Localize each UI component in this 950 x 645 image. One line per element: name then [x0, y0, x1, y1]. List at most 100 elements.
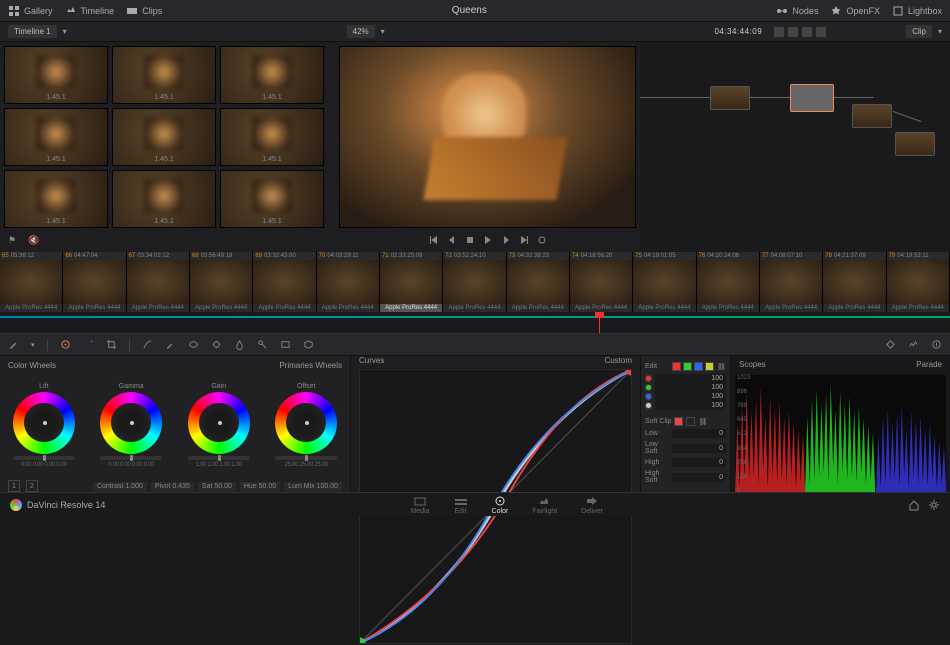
thumbnail-timeline[interactable]: 6505:36:12Apple ProRes 44446604:47:04App… [0, 252, 950, 312]
channel-swatch[interactable] [683, 362, 692, 371]
viewer-mode-icon[interactable] [816, 27, 826, 37]
softclip-low-swatch[interactable] [674, 417, 683, 426]
viewer-mode-icon[interactable] [788, 27, 798, 37]
play-icon[interactable] [483, 235, 493, 245]
wheel-control[interactable] [188, 392, 250, 454]
channel-swatch[interactable] [672, 362, 681, 371]
viewer-image[interactable] [339, 46, 636, 228]
page-tab-color[interactable]: Color [492, 495, 509, 515]
mini-timeline[interactable] [0, 312, 950, 334]
channel-value[interactable]: 100 [655, 383, 726, 392]
channel-dot[interactable] [645, 393, 652, 400]
param-sat[interactable]: Sat 50.00 [198, 482, 236, 491]
timeline-clip[interactable]: 7804:21:37:09Apple ProRes 4444 [823, 252, 886, 312]
param-hue[interactable]: Hue 50.00 [240, 482, 280, 491]
target-icon[interactable] [60, 339, 71, 350]
prev-clip-icon[interactable] [429, 235, 439, 245]
timeline-clip[interactable]: 6604:47:04Apple ProRes 4444 [63, 252, 126, 312]
mute-icon[interactable]: 🔇 [28, 235, 39, 246]
sizing-icon[interactable] [280, 339, 291, 350]
wheel-slider[interactable] [13, 456, 75, 460]
node[interactable] [710, 86, 750, 110]
timeline-clip[interactable]: 7304:32:38:23Apple ProRes 4444 [507, 252, 570, 312]
chevron-down-icon[interactable]: ▾ [63, 27, 67, 36]
timeline-clip[interactable]: 7004:03:29:11Apple ProRes 4444 [317, 252, 380, 312]
channel-dot[interactable] [645, 384, 652, 391]
timeline-clip[interactable]: 7203:52:24:10Apple ProRes 4444 [443, 252, 506, 312]
link-icon[interactable]: ⛓ [717, 363, 726, 371]
scopes-icon[interactable] [908, 339, 919, 350]
blur-icon[interactable] [234, 339, 245, 350]
chevron-down-icon[interactable]: ▾ [31, 341, 35, 349]
wand-icon[interactable] [83, 339, 94, 350]
wheel-values[interactable]: 1.00 1.00 1.00 1.00 [196, 462, 242, 468]
next-clip-icon[interactable] [519, 235, 529, 245]
wheel-control[interactable] [275, 392, 337, 454]
gallery-still[interactable]: 1.45.1 [4, 46, 108, 104]
wheel-control[interactable] [100, 392, 162, 454]
param-contrast[interactable]: Contrast 1.000 [93, 482, 147, 491]
keyframe-icon[interactable] [885, 339, 896, 350]
gallery-still[interactable]: 1.45.1 [112, 46, 216, 104]
eyedrop-icon[interactable] [165, 339, 176, 350]
track-icon[interactable] [211, 339, 222, 350]
channel-swatch[interactable] [694, 362, 703, 371]
chevron-down-icon[interactable]: ▾ [938, 27, 942, 36]
timeline-clip[interactable]: 6903:32:43:00Apple ProRes 4444 [253, 252, 316, 312]
loop-icon[interactable] [537, 235, 547, 245]
lowsoft-value[interactable]: 0 [672, 444, 726, 453]
mask-icon[interactable] [188, 339, 199, 350]
step-fwd-icon[interactable] [501, 235, 511, 245]
key-icon[interactable] [257, 339, 268, 350]
stop-icon[interactable] [465, 235, 475, 245]
wheel-values[interactable]: 0.00 0.00 0.00 0.00 [108, 462, 154, 468]
clip-selector[interactable]: Clip [906, 25, 932, 38]
page-tab-media[interactable]: Media [410, 495, 429, 515]
wheels-mode[interactable]: Primaries Wheels [279, 361, 342, 370]
gallery-still[interactable]: 1.45.1 [112, 170, 216, 228]
wheel-values[interactable]: 25.00 25.00 25.00 [285, 462, 328, 468]
wheel-values[interactable]: 0.00 0.00 0.00 0.00 [21, 462, 67, 468]
wheel-slider[interactable] [275, 456, 337, 460]
nodes-toggle[interactable]: Nodes [776, 5, 818, 17]
3d-icon[interactable] [303, 339, 314, 350]
gallery-still[interactable]: 1.45.1 [220, 46, 324, 104]
timeline-clip[interactable]: 7904:19:53:11Apple ProRes 4444 [887, 252, 950, 312]
crop-icon[interactable] [106, 339, 117, 350]
timeline-clip[interactable]: 6803:56:49:18Apple ProRes 4444 [190, 252, 253, 312]
settings-gear-icon[interactable] [928, 499, 940, 511]
viewer-mode-icon[interactable] [802, 27, 812, 37]
softclip-high-swatch[interactable] [686, 417, 695, 426]
low-value[interactable]: 0 [672, 429, 726, 438]
brush-icon[interactable] [8, 339, 19, 350]
info-icon[interactable] [931, 339, 942, 350]
timeline-clip[interactable]: 7704:08:07:10Apple ProRes 4444 [760, 252, 823, 312]
timeline-selector[interactable]: Timeline 1 [8, 25, 57, 38]
channel-value[interactable]: 100 [655, 392, 726, 401]
page-tab-edit[interactable]: Edit [454, 495, 468, 515]
highsoft-value[interactable]: 0 [672, 473, 726, 482]
channel-swatch[interactable] [705, 362, 714, 371]
gallery-still[interactable]: 1.45.1 [4, 170, 108, 228]
param-lum-mix[interactable]: Lum Mix 100.00 [284, 482, 342, 491]
channel-dot[interactable] [645, 375, 652, 382]
zoom-selector[interactable]: 42% [347, 25, 375, 38]
timeline-toggle[interactable]: Timeline [65, 5, 115, 17]
timeline-clip[interactable]: 7404:18:56:20Apple ProRes 4444 [570, 252, 633, 312]
clips-toggle[interactable]: Clips [126, 5, 162, 17]
node-graph[interactable] [640, 42, 950, 252]
page-tab-deliver[interactable]: Deliver [581, 495, 603, 515]
openfx-toggle[interactable]: OpenFX [830, 5, 880, 17]
playhead[interactable] [599, 312, 600, 333]
chevron-down-icon[interactable]: ▾ [381, 27, 385, 36]
gallery-still[interactable]: 1.45.1 [220, 108, 324, 166]
wheel-control[interactable] [13, 392, 75, 454]
step-back-icon[interactable] [447, 235, 457, 245]
param-pivot[interactable]: Pivot 0.435 [151, 482, 194, 491]
node[interactable] [895, 132, 935, 156]
node[interactable] [852, 104, 892, 128]
high-value[interactable]: 0 [672, 458, 726, 467]
gallery-still[interactable]: 1.45.1 [220, 170, 324, 228]
timeline-clip[interactable]: 7604:20:24:06Apple ProRes 4444 [697, 252, 760, 312]
channel-value[interactable]: 100 [655, 401, 726, 410]
